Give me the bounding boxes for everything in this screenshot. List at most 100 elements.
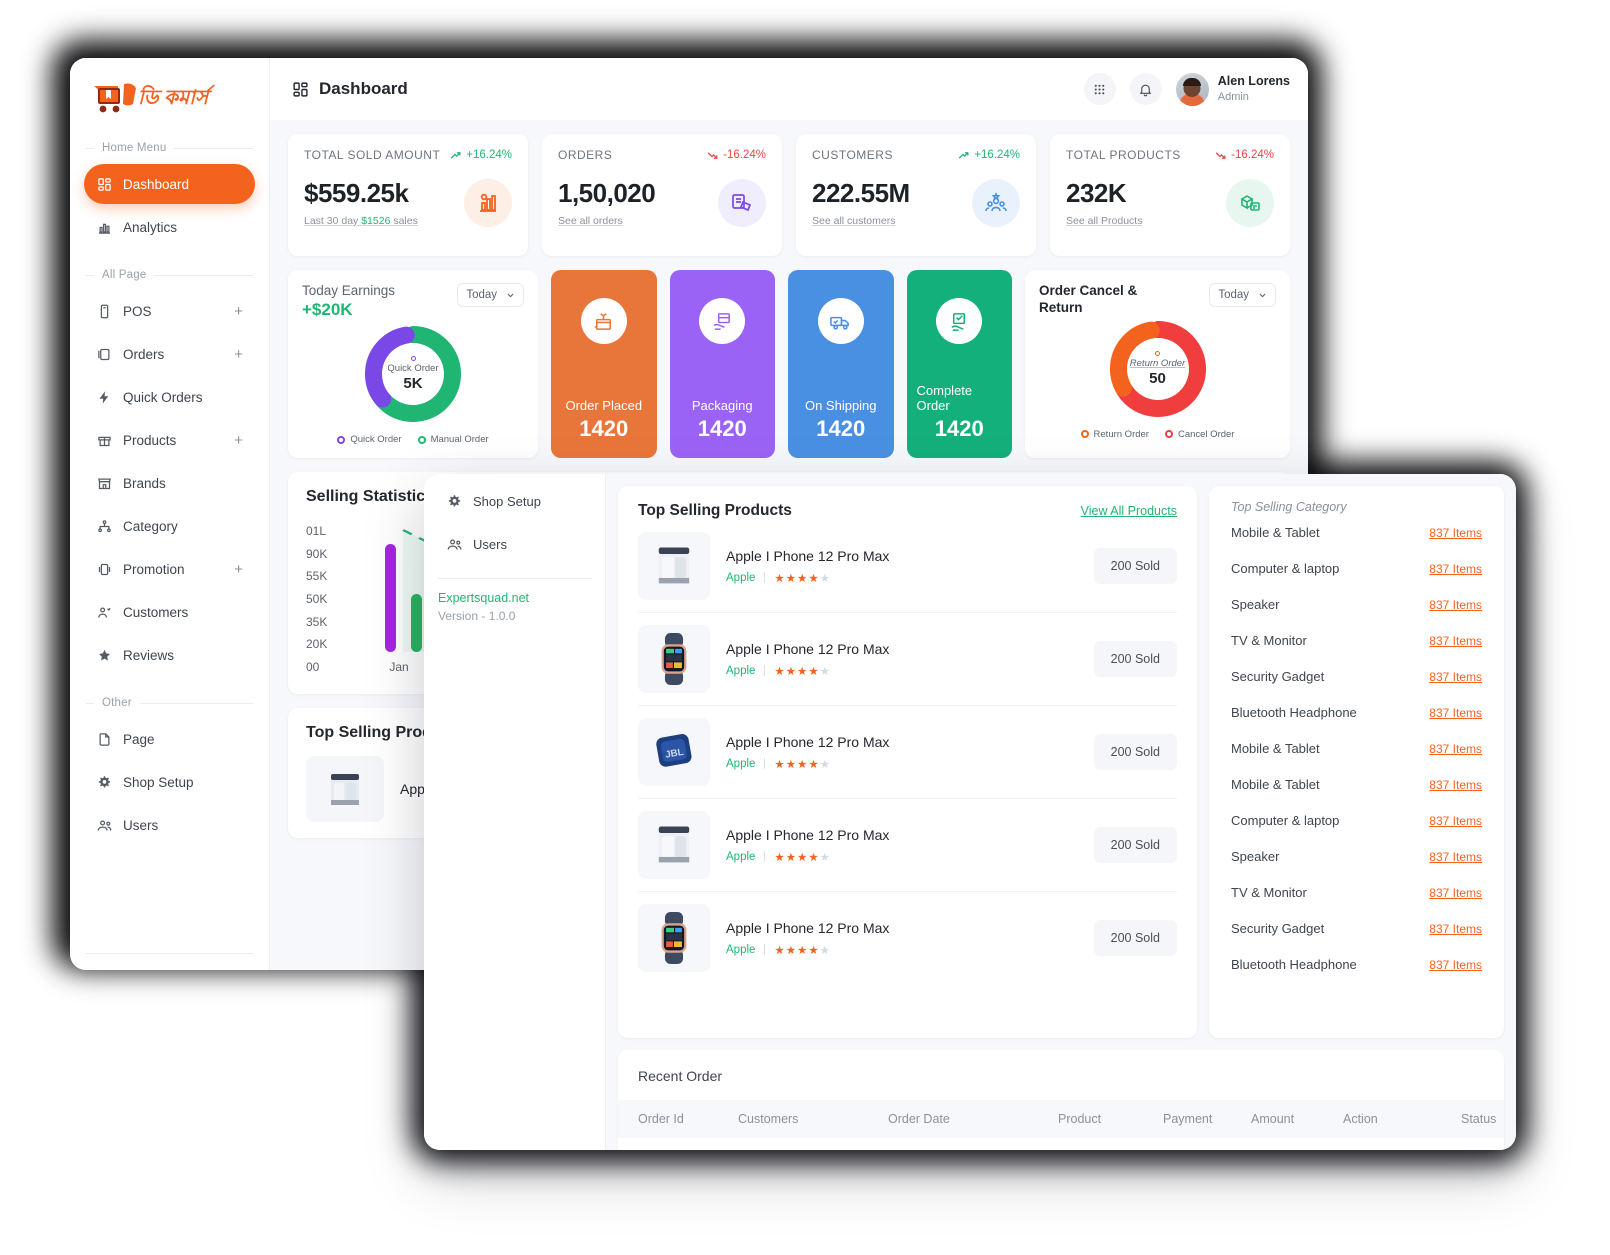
list-item[interactable]: Speaker 837 Items xyxy=(1231,838,1482,874)
sidebar-item-customers[interactable]: Customers xyxy=(84,592,255,632)
stat-subtext[interactable]: See all customers xyxy=(812,215,910,227)
brand-logo[interactable]: ডি কমার্স xyxy=(70,58,269,120)
column-header-action: Action xyxy=(1343,1112,1378,1126)
sidebar-item-brands[interactable]: Brands xyxy=(84,463,255,503)
expand-icon[interactable]: + xyxy=(234,562,243,577)
divider xyxy=(764,572,766,583)
list-item[interactable]: Speaker 837 Items xyxy=(1231,586,1482,622)
sidebar-item-reviews[interactable]: Reviews xyxy=(84,635,255,675)
tile-on-shipping[interactable]: On Shipping 1420 xyxy=(788,270,894,458)
list-item[interactable]: Bluetooth Headphone 837 Items xyxy=(1231,946,1482,982)
tile-order-placed[interactable]: Order Placed 1420 xyxy=(551,270,657,458)
list-item[interactable]: Bluetooth Headphone 837 Items xyxy=(1231,694,1482,730)
washing-machine-icon xyxy=(331,774,359,805)
user-role: Admin xyxy=(1217,91,1249,104)
sidebar-item-users[interactable]: Users xyxy=(84,805,255,845)
sidebar-divider xyxy=(86,953,253,954)
category-items[interactable]: 837 Items xyxy=(1429,778,1482,792)
list-item[interactable]: Mobile & Tablet 837 Items xyxy=(1231,730,1482,766)
list-item[interactable]: Apple I Phone 12 Pro Max Apple ★★★★★ 200… xyxy=(638,613,1177,706)
list-item[interactable]: JBL Apple I Phone 12 Pro Max Apple ★★★★★ xyxy=(638,706,1177,799)
list-item[interactable]: TV & Monitor 837 Items xyxy=(1231,874,1482,910)
notifications-button[interactable] xyxy=(1129,73,1162,105)
y-tick: 00 xyxy=(306,659,320,674)
category-items[interactable]: 837 Items xyxy=(1429,562,1482,576)
trend-up-icon xyxy=(450,151,461,159)
y-tick: 20K xyxy=(306,637,328,652)
list-item[interactable]: Computer & laptop 837 Items xyxy=(1231,550,1482,586)
category-items[interactable]: 837 Items xyxy=(1429,634,1482,648)
apps-grid-button[interactable] xyxy=(1083,73,1116,105)
tile-complete-order[interactable]: Complete Order 1420 xyxy=(906,270,1012,458)
sidebar-item-label: Page xyxy=(123,731,155,747)
list-item[interactable]: Security Gadget 837 Items xyxy=(1231,658,1482,694)
sidebar-item-page[interactable]: Page xyxy=(84,719,255,759)
complete-order-icon xyxy=(936,298,983,344)
sidebar-item-dashboard[interactable]: Dashboard xyxy=(84,164,255,204)
earnings-period-select[interactable]: Today xyxy=(457,283,524,307)
list-item[interactable]: Computer & laptop 837 Items xyxy=(1231,802,1482,838)
washing-machine-thumb xyxy=(638,532,710,600)
category-items[interactable]: 837 Items xyxy=(1429,706,1482,720)
products-icon xyxy=(96,432,112,448)
list-item[interactable]: Apple I Phone 12 Pro Max Apple ★★★★★ 200… xyxy=(638,520,1177,613)
products-stack-icon xyxy=(1226,178,1274,227)
stat-title: CUSTOMERS xyxy=(812,148,893,162)
stat-subtext[interactable]: See all orders xyxy=(558,215,655,227)
sidebar-item-label: Users xyxy=(123,817,159,833)
cancel-return-period-select[interactable]: Today xyxy=(1209,283,1276,307)
sidebar-item-shop-setup[interactable]: Shop Setup xyxy=(84,762,255,802)
list-item[interactable]: Security Gadget 837 Items xyxy=(1231,910,1482,946)
list-item[interactable]: Apple I Phone 12 Pro Max Apple ★★★★★ 200… xyxy=(638,799,1177,892)
category-items[interactable]: 837 Items xyxy=(1429,886,1482,900)
list-item[interactable]: Apple I Phone 12 Pro Max Apple ★★★★★ 200… xyxy=(638,892,1177,984)
list-item[interactable]: TV & Monitor 837 Items xyxy=(1231,622,1482,658)
top-selling-products-card: Top Selling Products View All Products A… xyxy=(618,486,1197,1038)
sidebar-item-quick-orders[interactable]: Quick Orders xyxy=(84,377,255,417)
jbl-speaker-thumb: JBL xyxy=(638,718,710,786)
expand-icon[interactable]: + xyxy=(234,433,243,448)
category-items[interactable]: 837 Items xyxy=(1429,598,1482,612)
site-link[interactable]: Expertsquad.net xyxy=(424,591,605,605)
tile-packaging[interactable]: Packaging 1420 xyxy=(669,270,775,458)
customers-group-icon xyxy=(972,178,1020,227)
category-items[interactable]: 837 Items xyxy=(1429,922,1482,936)
stat-card-customers: CUSTOMERS +16.24% 222.55M See all custom… xyxy=(796,134,1036,256)
tile-label: On Shipping xyxy=(804,398,877,413)
sidebar-item-shop-setup[interactable]: Shop Setup xyxy=(434,481,595,521)
category-items[interactable]: 837 Items xyxy=(1429,850,1482,864)
list-item[interactable]: Mobile & Tablet 837 Items xyxy=(1231,514,1482,550)
top-selling-category-card: Top Selling Category Mobile & Tablet 837 … xyxy=(1209,486,1504,1038)
expand-icon[interactable]: + xyxy=(234,347,243,362)
sidebar-item-promotion[interactable]: Promotion + xyxy=(84,549,255,589)
sidebar-item-users[interactable]: Users xyxy=(434,524,595,564)
chevron-down-icon xyxy=(507,293,514,297)
smart-watch-icon xyxy=(661,633,687,685)
sidebar-item-category[interactable]: Category xyxy=(84,506,255,546)
stat-subtext[interactable]: Last 30 day $1526 sales xyxy=(304,215,418,227)
user-menu[interactable]: Alen Lorens Admin xyxy=(1175,72,1290,106)
sidebar-item-pos[interactable]: POS + xyxy=(84,291,255,331)
category-items[interactable]: 837 Items xyxy=(1429,958,1482,972)
view-all-products-link[interactable]: View All Products xyxy=(1081,504,1177,518)
svg-text:ডি কমার্স: ডি কমার্স xyxy=(138,84,216,109)
category-name: TV & Monitor xyxy=(1231,633,1307,648)
sidebar-item-orders[interactable]: Orders + xyxy=(84,334,255,374)
category-items[interactable]: 837 Items xyxy=(1429,526,1482,540)
stat-title: ORDERS xyxy=(558,148,613,162)
sidebar-item-products[interactable]: Products + xyxy=(84,420,255,460)
earnings-donut-chart: Quick Order 5K xyxy=(302,322,524,426)
stat-subtext[interactable]: See all Products xyxy=(1066,215,1142,227)
sidebar-item-label: Brands xyxy=(123,475,166,491)
list-item[interactable]: Mobile & Tablet 837 Items xyxy=(1231,766,1482,802)
rating-stars: ★★★★★ xyxy=(774,851,831,864)
sidebar-item-analytics[interactable]: Analytics xyxy=(84,207,255,247)
shop-setup-icon xyxy=(96,774,112,790)
category-name: Mobile & Tablet xyxy=(1231,777,1320,792)
category-items[interactable]: 837 Items xyxy=(1429,814,1482,828)
category-items[interactable]: 837 Items xyxy=(1429,742,1482,756)
category-items[interactable]: 837 Items xyxy=(1429,670,1482,684)
bell-icon xyxy=(1139,84,1152,96)
table-row[interactable]: #351QTP Leslie Alexander 10/05/24 03:20 … xyxy=(618,1138,1504,1150)
expand-icon[interactable]: + xyxy=(234,304,243,319)
